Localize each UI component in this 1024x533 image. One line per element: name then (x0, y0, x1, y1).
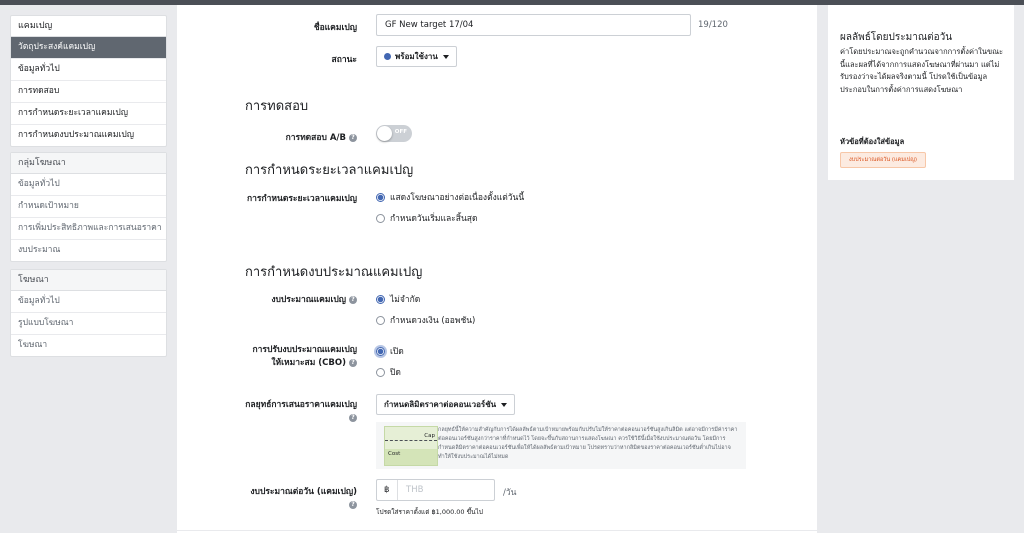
nav-item-targeting[interactable]: กำหนดเป้าหมาย (11, 196, 166, 218)
schedule-heading: การกำหนดระยะเวลาแคมเปญ (245, 163, 414, 178)
cbo-label-line-2-row: ให้เหมาะสม (CBO)? (177, 357, 357, 370)
currency-placeholder: THB (406, 485, 424, 495)
schedule-option-2-label: กำหนดวันเริ่มและสิ้นสุด (390, 214, 478, 224)
input-divider (397, 480, 398, 500)
bid-strategy-dropdown[interactable]: กำหนดลิมิตราคาต่อคอนเวอร์ชัน (376, 394, 516, 415)
nav-item-ad[interactable]: โฆษณา (11, 335, 166, 356)
nav-campaign-section: แคมเปญ วัตถุประสงค์แคมเปญ ข้อมูลทั่วไป ก… (10, 15, 167, 147)
bid-strategy-info-box: Cap Cost กลยุทธ์นี้ให้ความสำคัญกับการได้… (376, 422, 746, 469)
cap-label: Cap (424, 433, 435, 439)
nav-item-adset-general[interactable]: ข้อมูลทั่วไป (11, 174, 166, 196)
nav-item-campaign-objective[interactable]: วัตถุประสงค์แคมเปญ (11, 37, 166, 59)
help-icon[interactable]: ? (349, 358, 357, 367)
chevron-down-icon (442, 54, 449, 59)
cost-label: Cost (388, 451, 401, 457)
cbo-label-line-1: การปรับงบประมาณแคมเปญ (252, 345, 358, 355)
estimated-results-title: ผลลัพธ์โดยประมาณต่อวัน (840, 32, 953, 43)
nav-item-schedule[interactable]: การกำหนดระยะเวลาแคมเปญ (11, 103, 166, 125)
schedule-option-1-label: แสดงโฆษณาอย่างต่อเนื่องตั้งแต่วันนี้ (390, 193, 525, 203)
budget-limit-radio[interactable]: กำหนดวงเงิน (ออพชัน) (376, 313, 475, 327)
chevron-down-icon (501, 402, 508, 407)
nav-item-testing[interactable]: การทดสอบ (11, 81, 166, 103)
ab-test-label-row: การทดสอบ A/B? (177, 130, 357, 144)
per-day-label: /วัน (503, 488, 517, 498)
campaign-name-char-count: 19/120 (698, 20, 728, 30)
required-fields-heading: หัวข้อที่ต้องใส่ข้อมูล (840, 137, 905, 146)
budget-unlimited-radio[interactable]: ไม่จำกัด (376, 292, 420, 306)
campaign-name-value: GF New target 17/04 (385, 20, 474, 30)
help-icon[interactable]: ? (349, 500, 357, 509)
nav-item-budget[interactable]: การกำหนดงบประมาณแคมเปญ (11, 125, 166, 146)
radio-unselected-icon (376, 214, 385, 223)
ab-test-label: การทดสอบ A/B (285, 133, 346, 143)
status-dropdown[interactable]: พร้อมใช้งาน (376, 46, 457, 67)
radio-unselected-icon (376, 368, 385, 377)
cbo-off-radio[interactable]: ปิด (376, 365, 401, 379)
status-dot-icon (384, 53, 391, 60)
nav-item-ad-general[interactable]: ข้อมูลทั่วไป (11, 291, 166, 313)
bid-strategy-label-text: กลยุทธ์การเสนอราคาแคมเปญ (245, 400, 357, 410)
budget-option-1-label: ไม่จำกัด (390, 295, 421, 305)
nav-item-optimization-bidding[interactable]: การเพิ่มประสิทธิภาพและการเสนอราคา (11, 218, 166, 240)
currency-symbol: ฿ (384, 485, 390, 495)
bid-strategy-label: กลยุทธ์การเสนอราคาแคมเปญ ? (177, 399, 357, 425)
nav-item-campaign-general[interactable]: ข้อมูลทั่วไป (11, 59, 166, 81)
cbo-label-line-2: ให้เหมาะสม (CBO) (271, 358, 346, 368)
campaign-budget-label: งบประมาณแคมเปญ (271, 295, 346, 305)
status-value: พร้อมใช้งาน (395, 52, 438, 61)
bid-strategy-info-text: กลยุทธ์นี้ให้ความสำคัญกับการได้ผลลัพธ์ตา… (438, 427, 738, 460)
nav-item-adset-budget[interactable]: งบประมาณ (11, 240, 166, 261)
help-icon[interactable]: ? (349, 295, 357, 304)
toggle-knob (377, 126, 392, 141)
nav-adset-header[interactable]: กลุ่มโฆษณา (11, 153, 166, 174)
cap-dashed-line (385, 440, 437, 441)
bid-strategy-help-row: ? (177, 412, 357, 425)
nav-ad-header[interactable]: โฆษณา (11, 270, 166, 291)
nav-item-ad-format[interactable]: รูปแบบโฆษณา (11, 313, 166, 335)
nav-adset-section: กลุ่มโฆษณา ข้อมูลทั่วไป กำหนดเป้าหมาย กา… (10, 152, 167, 262)
cbo-option-2-label: ปิด (390, 368, 401, 378)
campaign-budget-label-row: งบประมาณแคมเปญ? (177, 292, 357, 306)
toggle-state-label: OFF (394, 129, 407, 135)
cost-cap-illustration: Cap Cost (384, 426, 438, 466)
daily-budget-input[interactable]: ฿ THB (376, 479, 495, 501)
schedule-continuous-radio[interactable]: แสดงโฆษณาอย่างต่อเนื่องตั้งแต่วันนี้ (376, 190, 524, 204)
daily-budget-help-row: ? (177, 499, 357, 512)
radio-unselected-icon (376, 316, 385, 325)
nav-ad-section: โฆษณา ข้อมูลทั่วไป รูปแบบโฆษณา โฆษณา (10, 269, 167, 357)
testing-heading: การทดสอบ (245, 99, 309, 114)
help-icon[interactable]: ? (349, 133, 357, 142)
schedule-start-end-radio[interactable]: กำหนดวันเริ่มและสิ้นสุด (376, 211, 477, 225)
budget-option-2-label: กำหนดวงเงิน (ออพชัน) (390, 316, 476, 326)
ab-test-toggle[interactable]: OFF (376, 125, 412, 142)
radio-selected-icon (376, 347, 385, 356)
cbo-on-radio[interactable]: เปิด (376, 344, 404, 358)
radio-selected-icon (376, 193, 385, 202)
min-budget-note: โปรดใส่ราคาตั้งแต่ ฿1,000.00 ขึ้นไป (376, 508, 483, 516)
cbo-label: การปรับงบประมาณแคมเปญ ให้เหมาะสม (CBO)? (177, 344, 357, 370)
cbo-option-1-label: เปิด (390, 347, 404, 357)
schedule-label: การกำหนดระยะเวลาแคมเปญ (247, 194, 357, 204)
budget-heading: การกำหนดงบประมาณแคมเปญ (245, 265, 423, 280)
nav-campaign-header[interactable]: แคมเปญ (11, 16, 166, 37)
campaign-name-label: ชื่อแคมเปญ (313, 23, 357, 33)
status-label: สถานะ (331, 55, 357, 65)
daily-budget-label-text: งบประมาณต่อวัน (แคมเปญ) (250, 487, 357, 497)
estimated-results-description: ค่าโดยประมาณจะถูกคำนวณจากการตั้งค่าในขณะ… (840, 47, 1004, 94)
campaign-form: ชื่อแคมเปญ GF New target 17/04 19/120 สถ… (177, 5, 817, 533)
section-divider (177, 530, 817, 531)
campaign-name-input[interactable]: GF New target 17/04 (376, 14, 691, 36)
daily-budget-label: งบประมาณต่อวัน (แคมเปญ) ? (177, 486, 357, 512)
estimated-results-panel: ผลลัพธ์โดยประมาณต่อวัน ค่าโดยประมาณจะถูก… (828, 5, 1014, 180)
radio-selected-icon (376, 295, 385, 304)
required-field-tag[interactable]: งบประมาณต่อวัน (แคมเปญ) (840, 152, 927, 168)
help-icon[interactable]: ? (349, 413, 357, 422)
bid-strategy-value: กำหนดลิมิตราคาต่อคอนเวอร์ชัน (384, 400, 497, 409)
